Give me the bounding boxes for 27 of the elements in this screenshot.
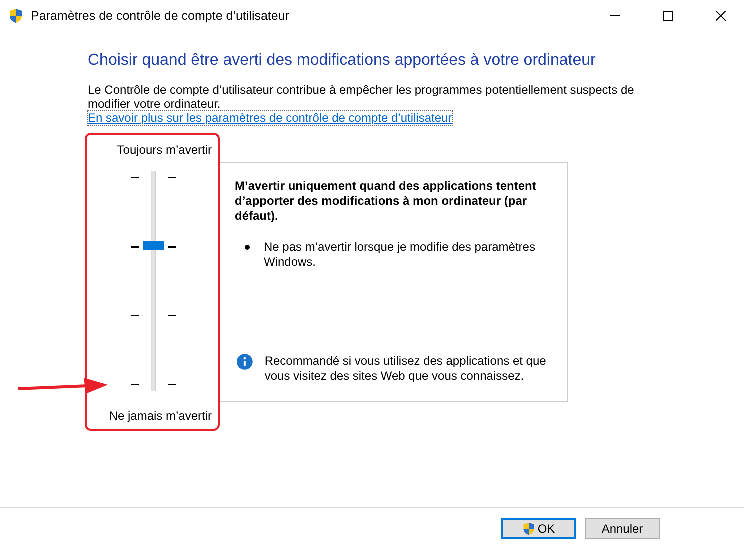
slider-tick [168,384,176,385]
slider-tick [131,246,139,248]
slider-tick [168,315,176,316]
minimize-icon [610,15,620,16]
slider-top-label: Toujours m’avertir [117,143,212,157]
help-link[interactable]: En savoir plus sur les paramètres de contrôle de compte d’utilisateur [88,111,452,125]
slider-tick [168,246,176,248]
slider-tick [168,177,176,178]
page-heading: Choisir quand être averti des modifications apportées à votre ordinateur [88,52,597,70]
close-icon [716,10,726,20]
slider-thumb[interactable] [143,241,164,250]
slider-bottom-label: Ne jamais m’avertir [109,409,212,423]
cancel-button[interactable]: Annuler [585,518,660,539]
window-title: Paramètres de contrôle de compte d’utilisateur [31,8,290,22]
bullet-text: Ne pas m’avertir lorsque je modifie des paramètres Windows. [264,240,536,270]
slider-tick [131,177,139,178]
info-icon [237,354,253,370]
description-title: M’avertir uniquement quand des applications tentent d’apporter des modifications à mon ordinateur (par défaut). [235,179,538,224]
slider-tick [131,384,139,385]
slider-tick [131,315,139,316]
intro-text: Le Contrôle de compte d’utilisateur contribue à empêcher les programmes potentiellement suspects de modifier votre ordinateur. [88,83,636,111]
shield-icon [522,522,536,536]
bullet-icon [245,245,250,250]
shield-icon [8,8,24,24]
note-text: Recommandé si vous utilisez des applications et que vous visitez des sites Web que vous connaissez. [264,354,547,384]
ok-button[interactable]: OK [501,518,576,539]
maximize-icon [663,10,673,20]
